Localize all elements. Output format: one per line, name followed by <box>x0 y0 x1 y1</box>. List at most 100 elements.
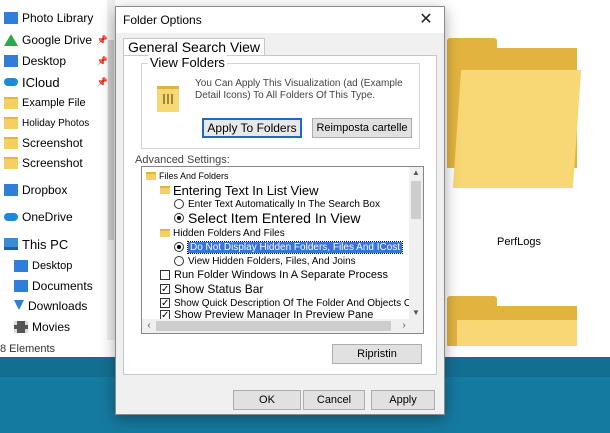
tree-item-entering-text[interactable]: Entering Text In List View <box>160 182 319 198</box>
tree-item-label: Show Status Bar <box>174 282 264 296</box>
checkbox-checked[interactable] <box>160 284 170 294</box>
nav-item-label: Desktop <box>32 260 73 272</box>
nav-item-label: Movies <box>32 320 71 334</box>
folder-icon <box>4 157 18 169</box>
folder-icon <box>146 172 156 180</box>
nav-item-desktop[interactable]: Desktop 📌 <box>4 51 108 71</box>
nav-item-screenshot-2[interactable]: Screenshot <box>4 153 83 173</box>
nav-item-label: Google Drive <box>22 33 93 47</box>
tree-item-label: Hidden Folders And Files <box>173 227 285 239</box>
nav-item-label: ICloud <box>22 74 60 90</box>
tree-item-label: Files And Folders <box>159 171 229 181</box>
scroll-down-icon[interactable]: ▼ <box>409 307 423 319</box>
view-folders-title: View Folders <box>148 55 227 70</box>
checkbox[interactable] <box>160 270 170 280</box>
tree-item-status-bar[interactable]: Show Status Bar <box>160 282 263 296</box>
nav-scrollbar[interactable] <box>107 0 115 340</box>
cancel-button[interactable]: Cancel <box>303 390 365 410</box>
radio-button-selected[interactable] <box>174 213 184 223</box>
apply-to-folders-button[interactable]: Apply To Folders <box>202 118 302 138</box>
tree-hscroll-thumb[interactable] <box>156 321 391 331</box>
tree-item-hidden-folders[interactable]: Hidden Folders And Files <box>160 226 285 240</box>
onedrive-icon <box>4 213 18 221</box>
view-folders-group: View Folders You Can Apply This Visualiz… <box>141 55 420 149</box>
tree-item-label: Select Item Entered In View <box>188 210 361 226</box>
folder-label-perflogs: PerfLogs <box>497 236 542 248</box>
nav-item-example-file[interactable]: Example File <box>4 93 86 113</box>
scroll-left-icon[interactable]: ‹ <box>142 319 156 333</box>
folder-options-dialog: Folder Options ✕ General Search View Vie… <box>115 6 445 415</box>
tree-item-label-selected: Do Not Display Hidden Folders, Files And… <box>186 240 404 254</box>
apply-button[interactable]: Apply <box>371 390 435 410</box>
radio-button[interactable] <box>174 199 184 209</box>
nav-item-label: Desktop <box>22 54 67 68</box>
nav-scroll-thumb[interactable] <box>108 40 114 240</box>
google-drive-icon <box>4 34 18 46</box>
tree-item-label: Enter Text Automatically In The Search B… <box>188 198 380 210</box>
folder-icon <box>4 97 18 109</box>
nav-item-onedrive[interactable]: OneDrive <box>4 207 73 227</box>
scroll-up-icon[interactable]: ▲ <box>409 167 423 179</box>
tree-item-label: Run Folder Windows In A Separate Process <box>174 269 388 281</box>
tab-panel-view: View Folders You Can Apply This Visualiz… <box>123 55 437 375</box>
nav-item-screenshot[interactable]: Screenshot <box>4 133 83 153</box>
documents-icon <box>14 280 28 292</box>
restore-defaults-button[interactable]: Ripristin <box>332 344 422 364</box>
movies-icon <box>14 321 28 333</box>
nav-item-label: Dropbox <box>22 183 68 197</box>
radio-button[interactable] <box>174 256 184 266</box>
tree-item-select-item-entered[interactable]: Select Item Entered In View <box>174 210 361 226</box>
advanced-settings-label: Advanced Settings: <box>135 154 230 166</box>
photo-library-icon <box>4 12 18 24</box>
close-button[interactable]: ✕ <box>416 10 436 30</box>
nav-item-desktop-2[interactable]: Desktop <box>14 256 72 276</box>
nav-item-label: Photo Library <box>22 11 94 25</box>
nav-item-icloud[interactable]: ICloud 📌 <box>4 72 108 92</box>
tab-general[interactable]: General Search View <box>123 38 266 56</box>
scroll-right-icon[interactable]: › <box>397 319 411 333</box>
tree-item-view-hidden[interactable]: View Hidden Folders, Files, And Joins <box>174 254 356 268</box>
reset-folders-button[interactable]: Reimposta cartelle <box>312 118 412 138</box>
nav-item-label: Screenshot <box>22 156 83 170</box>
nav-item-photo-library[interactable]: Photo Library <box>4 8 93 28</box>
tree-item-enter-text-search-box[interactable]: Enter Text Automatically In The Search B… <box>174 197 380 211</box>
nav-item-label: Screenshot <box>22 136 83 150</box>
nav-item-label: Holiday Photos <box>22 117 90 129</box>
nav-item-documents[interactable]: Documents <box>14 276 93 296</box>
nav-item-dropbox[interactable]: Dropbox <box>4 180 67 200</box>
desktop-icon <box>4 55 18 67</box>
folder-icon <box>160 186 170 194</box>
navigation-pane: Photo Library Google Drive 📌 Desktop 📌 I… <box>0 0 120 345</box>
folder-view-icon <box>157 86 179 112</box>
nav-item-label: Example File <box>22 97 86 109</box>
view-folders-description: You Can Apply This Visualization (ad (Ex… <box>195 78 403 101</box>
tree-item-label: Show Quick Description Of The Folder And… <box>174 297 424 309</box>
checkbox-checked[interactable] <box>160 298 170 308</box>
advanced-settings-tree[interactable]: Files And Folders Entering Text In List … <box>141 166 424 334</box>
status-item-count: 8 Elements <box>0 343 56 355</box>
dropbox-icon <box>4 184 18 196</box>
tree-item-label: Entering Text In List View <box>173 182 319 198</box>
nav-item-movies[interactable]: Movies <box>14 317 70 337</box>
nav-item-google-drive[interactable]: Google Drive 📌 <box>4 30 108 50</box>
ok-button[interactable]: OK <box>233 390 301 410</box>
close-icon: ✕ <box>419 11 433 28</box>
tree-horizontal-scrollbar[interactable]: ‹ › <box>142 319 423 333</box>
tree-item-do-not-display-hidden[interactable]: Do Not Display Hidden Folders, Files And… <box>174 240 404 254</box>
radio-button-selected[interactable] <box>174 242 184 252</box>
tree-vscroll-thumb[interactable] <box>411 181 421 219</box>
nav-item-holiday-photos[interactable]: Holiday Photos <box>4 113 89 133</box>
nav-item-label: Documents <box>32 279 93 293</box>
icloud-icon <box>4 78 18 86</box>
tree-item-separate-process[interactable]: Run Folder Windows In A Separate Process <box>160 268 388 282</box>
dialog-title-bar[interactable]: Folder Options ✕ <box>116 7 444 33</box>
folder-icon <box>160 229 170 237</box>
tree-item-files-and-folders[interactable]: Files And Folders <box>146 169 229 183</box>
tree-item-label: View Hidden Folders, Files, And Joins <box>188 255 356 267</box>
nav-item-downloads[interactable]: Downloads <box>14 296 87 316</box>
nav-item-label: OneDrive <box>22 210 73 224</box>
folder-icon <box>4 117 18 129</box>
tree-vertical-scrollbar[interactable]: ▲ ▼ <box>409 167 423 319</box>
tree-item-quick-description[interactable]: Show Quick Description Of The Folder And… <box>160 296 424 310</box>
nav-item-this-pc[interactable]: This PC <box>4 234 68 254</box>
